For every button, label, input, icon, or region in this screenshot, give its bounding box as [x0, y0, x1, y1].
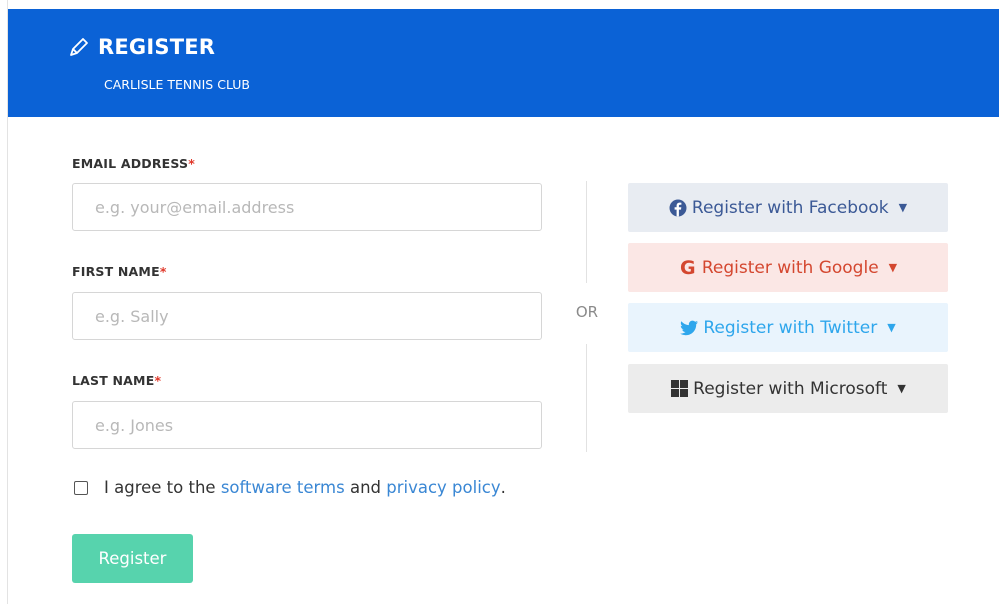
twitter-icon [680, 319, 699, 337]
divider-line-top [586, 181, 587, 283]
caret-down-icon: ▼ [888, 261, 898, 274]
register-button[interactable]: Register [72, 534, 193, 583]
required-mark: * [159, 264, 167, 279]
first-name-field[interactable] [72, 292, 542, 340]
email-label: EMAIL ADDRESS* [72, 156, 196, 171]
pencil-icon [68, 36, 90, 58]
or-divider-label: OR [575, 303, 599, 321]
first-name-label: FIRST NAME* [72, 264, 167, 279]
caret-down-icon: ▼ [897, 382, 906, 395]
register-microsoft-button[interactable]: Register with Microsoft ▼ [628, 364, 948, 413]
register-twitter-button[interactable]: Register with Twitter ▼ [628, 303, 948, 352]
facebook-icon [669, 199, 687, 217]
page-title: REGISTER [68, 35, 215, 59]
email-field[interactable] [72, 183, 542, 231]
software-terms-link[interactable]: software terms [221, 478, 345, 497]
last-name-field[interactable] [72, 401, 542, 449]
agree-prefix-text: I agree to the [104, 478, 216, 497]
register-facebook-label: Register with Facebook [691, 197, 889, 218]
caret-down-icon: ▼ [898, 201, 908, 214]
register-microsoft-label: Register with Microsoft [693, 378, 888, 399]
required-mark: * [154, 373, 162, 388]
divider-line-bottom [586, 344, 587, 452]
header-banner: REGISTER CARLISLE TENNIS CLUB [8, 9, 999, 117]
page-title-text: REGISTER [98, 35, 216, 59]
agree-checkbox[interactable] [74, 480, 88, 495]
register-google-button[interactable]: G Register with Google ▼ [628, 243, 948, 292]
privacy-policy-link[interactable]: privacy policy [386, 478, 500, 497]
club-name: CARLISLE TENNIS CLUB [104, 77, 251, 92]
terms-agreement: I agree to the software terms and privac… [74, 478, 506, 497]
register-google-label: Register with Google [701, 257, 879, 278]
caret-down-icon: ▼ [887, 321, 896, 334]
agree-suffix-text: . [500, 478, 506, 497]
google-icon: G [680, 256, 696, 279]
register-facebook-button[interactable]: Register with Facebook ▼ [628, 183, 948, 232]
microsoft-icon [670, 380, 688, 398]
register-twitter-label: Register with Twitter [703, 317, 878, 338]
required-mark: * [188, 156, 196, 171]
agree-and-text: and [349, 478, 381, 497]
last-name-label: LAST NAME* [72, 373, 162, 388]
